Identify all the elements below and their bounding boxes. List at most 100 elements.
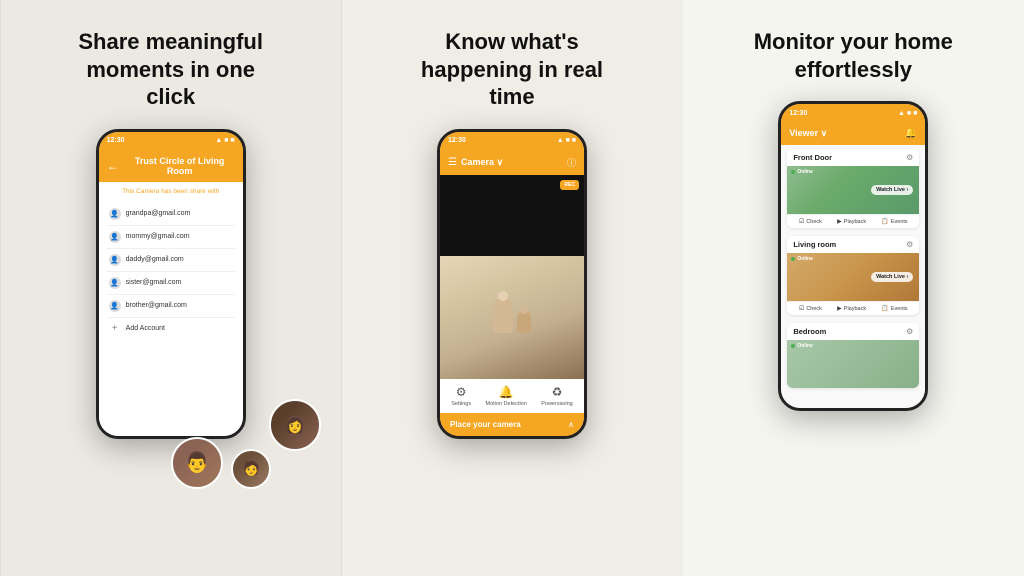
settings-button[interactable]: ⚙ Settings: [451, 385, 471, 407]
person-icon: 👤: [109, 231, 121, 243]
playback-button[interactable]: ▶ Playback: [837, 305, 866, 312]
camera-name: Living room: [793, 240, 836, 249]
back-arrow-icon[interactable]: ←: [107, 159, 119, 173]
contact-email: daddy@gmail.com: [126, 256, 184, 263]
bell-icon[interactable]: 🔔: [905, 128, 917, 139]
camera-name: Bedroom: [793, 327, 826, 336]
contact-row: 👤 sister@gmail.com: [107, 272, 235, 295]
check-button[interactable]: ☑ Check: [799, 218, 822, 225]
contact-email: grandpa@gmail.com: [126, 210, 191, 217]
bottom-icons-bar: ⚙ Settings 🔔 Motion Detection ♻ Powersav…: [440, 379, 584, 413]
panel-monitor-title: Monitor your home effortlessly: [743, 28, 963, 83]
online-text: Online: [797, 256, 813, 262]
person-icon: 👤: [109, 208, 121, 220]
check-icon: ☑: [799, 305, 804, 312]
camera-card-living-room: Living room ⚙ Online Watch Live › ☑: [787, 236, 919, 315]
contact-row: 👤 grandpa@gmail.com: [107, 203, 235, 226]
events-icon: 📋: [881, 218, 888, 225]
power-icon: ♻: [552, 385, 563, 399]
add-account-row[interactable]: + Add Account: [107, 318, 235, 340]
gear-icon[interactable]: ⚙: [906, 153, 913, 162]
check-icon: ☑: [799, 218, 804, 225]
panel-monitor: Monitor your home effortlessly 12:30 ▲ ■…: [683, 0, 1024, 576]
person-icon: 👤: [109, 254, 121, 266]
camera-card-actions-1: ☑ Check ▶ Playback 📋 Events: [787, 214, 919, 228]
contact-email: brother@gmail.com: [126, 302, 187, 309]
camera-preview-1: Online Watch Live ›: [787, 166, 919, 214]
status-bar-1: 12:30 ▲ ■ ■: [99, 132, 243, 150]
camera-list: Front Door ⚙ Online Watch Live › ☑ C: [781, 145, 925, 408]
online-text: Online: [797, 169, 813, 175]
online-text: Online: [797, 343, 813, 349]
motion-label: Motion Detection: [486, 401, 527, 407]
playback-icon: ▶: [837, 218, 842, 225]
gear-icon[interactable]: ⚙: [906, 240, 913, 249]
check-button[interactable]: ☑ Check: [799, 305, 822, 312]
motion-icon: 🔔: [499, 385, 514, 399]
person-icon: 👤: [109, 300, 121, 312]
contact-row: 👤 brother@gmail.com: [107, 295, 235, 318]
camera-preview-2: Online Watch Live ›: [787, 253, 919, 301]
chevron-up-icon: ∧: [568, 420, 574, 429]
place-camera-bar[interactable]: Place your camera ∧: [440, 413, 584, 436]
online-badge: Online: [791, 343, 813, 349]
camera-card-bedroom: Bedroom ⚙ Online: [787, 323, 919, 388]
phone-1: 12:30 ▲ ■ ■ ← Trust Circle of Living Roo…: [96, 129, 246, 439]
avatar-young: 🧑: [231, 449, 271, 489]
camera-card-header: Living room ⚙: [787, 236, 919, 253]
add-icon: +: [109, 323, 121, 335]
online-badge: Online: [791, 256, 813, 262]
person-silhouette-child: [517, 311, 531, 333]
settings-icon: ⚙: [456, 385, 467, 399]
contact-row: 👤 mommy@gmail.com: [107, 226, 235, 249]
video-scene: [440, 256, 584, 378]
camera-title: Camera ∨: [461, 157, 563, 168]
trust-circle-title: Trust Circle of Living Room: [125, 156, 235, 176]
panel-realtime: Know what's happening in real time 12:30…: [341, 0, 682, 576]
gear-icon[interactable]: ⚙: [906, 327, 913, 336]
phone-2: 12:30 ▲ ■ ■ ☰ Camera ∨ ⓘ REC: [437, 129, 587, 439]
phone3-header: Viewer ∨ 🔔: [781, 122, 925, 145]
person-icon: 👤: [109, 277, 121, 289]
rec-badge: REC: [560, 180, 579, 190]
events-icon: 📋: [881, 305, 888, 312]
add-account-text: Add Account: [126, 325, 165, 332]
person-silhouette-adult: [493, 298, 513, 333]
camera-video: REC: [440, 175, 584, 379]
watch-live-button-1[interactable]: Watch Live ›: [871, 185, 913, 195]
motion-detection-button[interactable]: 🔔 Motion Detection: [486, 385, 527, 407]
viewer-title: Viewer ∨: [789, 128, 827, 139]
settings-label: Settings: [451, 401, 471, 407]
online-dot: [791, 344, 795, 348]
contact-email: sister@gmail.com: [126, 279, 182, 286]
events-label: Events: [891, 306, 908, 312]
phone1-body: This Camera has been share with 👤 grandp…: [99, 182, 243, 436]
avatar-man: 👨: [171, 437, 223, 489]
contact-row: 👤 daddy@gmail.com: [107, 249, 235, 272]
events-label: Events: [891, 219, 908, 225]
camera-card-front-door: Front Door ⚙ Online Watch Live › ☑ C: [787, 149, 919, 228]
phone2-header: ☰ Camera ∨ ⓘ: [440, 150, 584, 175]
phone1-header: ← Trust Circle of Living Room: [99, 150, 243, 182]
contact-email: mommy@gmail.com: [126, 233, 190, 240]
playback-label: Playback: [844, 219, 866, 225]
avatar-area: 👨 👩 🧑: [171, 399, 331, 489]
power-label: Powersaving: [541, 401, 573, 407]
info-icon[interactable]: ⓘ: [567, 156, 576, 169]
panel-realtime-title: Know what's happening in real time: [402, 28, 622, 111]
events-button[interactable]: 📋 Events: [881, 305, 907, 312]
events-button[interactable]: 📋 Events: [881, 218, 907, 225]
hamburger-icon[interactable]: ☰: [448, 157, 457, 168]
status-bar-2: 12:30 ▲ ■ ■: [440, 132, 584, 150]
online-dot: [791, 170, 795, 174]
camera-card-header: Bedroom ⚙: [787, 323, 919, 340]
playback-icon: ▶: [837, 305, 842, 312]
status-bar-3: 12:30 ▲ ■ ■: [781, 104, 925, 122]
phone-3: 12:30 ▲ ■ ■ Viewer ∨ 🔔 Front Door ⚙: [778, 101, 928, 411]
check-label: Check: [806, 306, 822, 312]
playback-button[interactable]: ▶ Playback: [837, 218, 866, 225]
online-badge: Online: [791, 169, 813, 175]
watch-live-button-2[interactable]: Watch Live ›: [871, 272, 913, 282]
powersaving-button[interactable]: ♻ Powersaving: [541, 385, 573, 407]
place-camera-text: Place your camera: [450, 420, 521, 429]
